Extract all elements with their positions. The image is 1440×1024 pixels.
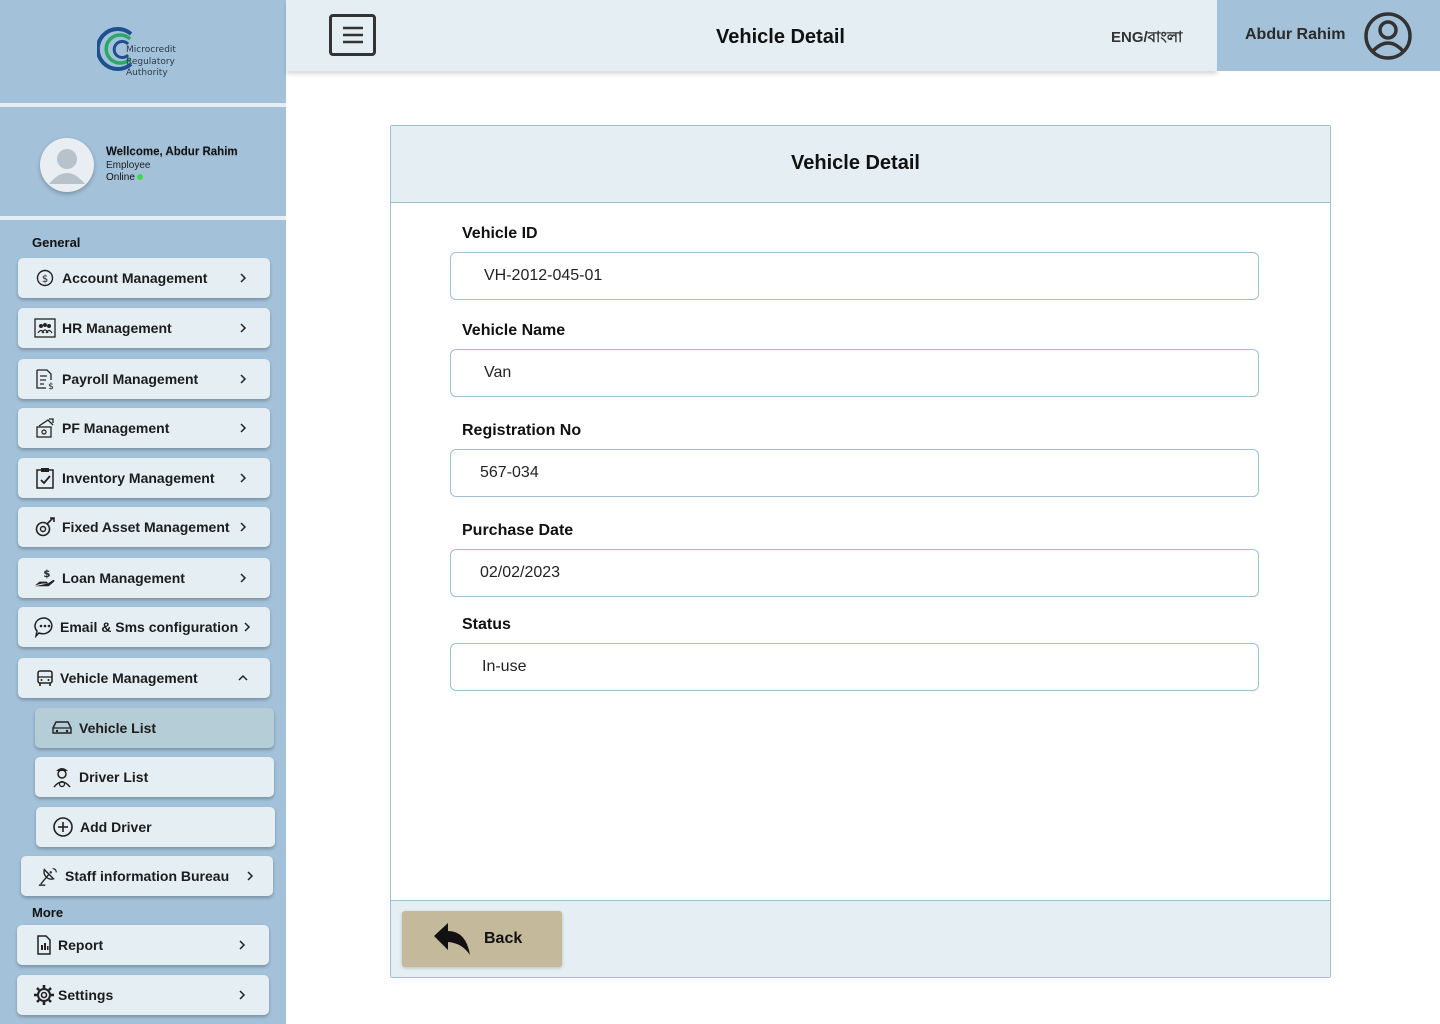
sidebar-item-account-management[interactable]: $ Account Management [18, 258, 270, 298]
svg-text:$: $ [48, 382, 54, 390]
user-menu[interactable]: Abdur Rahim [1217, 0, 1440, 71]
sidebar-item-label: Driver List [79, 769, 149, 785]
chevron-right-icon [236, 372, 250, 386]
chevron-right-icon [236, 421, 250, 435]
online-status: Online [106, 172, 143, 183]
vehicle-detail-card: Vehicle Detail Vehicle ID VH-2012-045-01… [390, 125, 1331, 978]
sidebar-item-driver-list[interactable]: Driver List [35, 757, 274, 797]
online-dot [136, 174, 143, 181]
satellite-icon [37, 865, 59, 887]
sidebar-item-add-driver[interactable]: Add Driver [36, 807, 275, 847]
reply-arrow-icon [434, 923, 470, 955]
svg-text:$: $ [43, 569, 50, 580]
sidebar-item-pf-management[interactable]: PF Management [18, 408, 270, 448]
user-profile-card: Wellcome, Abdur Rahim Employee Online [0, 111, 286, 220]
vehicle-id-label: Vehicle ID [462, 225, 538, 242]
page-title: Vehicle Detail [716, 26, 845, 48]
sidebar-item-label: Email & Sms configuration [60, 619, 239, 635]
purchase-date-label: Purchase Date [462, 522, 574, 539]
section-label-more: More [32, 905, 64, 920]
logo: Microcredit Regulatory Authority [97, 24, 187, 84]
logo-area: Microcredit Regulatory Authority [0, 0, 286, 107]
sidebar-item-label: Settings [58, 987, 114, 1003]
plus-circle-icon [52, 816, 74, 838]
chevron-right-icon [236, 520, 250, 534]
vehicle-name-label: Vehicle Name [462, 322, 566, 339]
sidebar-item-vehicle-management[interactable]: Vehicle Management [18, 658, 270, 698]
sidebar-item-label: Staff information Bureau [65, 868, 230, 884]
sidebar-item-inventory-management[interactable]: Inventory Management [18, 458, 270, 498]
card-footer: Back [391, 900, 1330, 977]
sidebar-item-loan-management[interactable]: $ Loan Management [18, 558, 270, 598]
sidebar-item-label: Vehicle Management [60, 670, 198, 686]
sidebar-item-label: Loan Management [62, 570, 185, 586]
sidebar-item-label: Add Driver [80, 819, 152, 835]
gear-icon [33, 984, 55, 1006]
top-bar: Vehicle Detail ENG/বাংলা [286, 0, 1217, 71]
back-button-label: Back [484, 930, 523, 947]
car-icon [51, 717, 73, 739]
fund-icon [34, 417, 56, 439]
sidebar-item-email-sms-configuration[interactable]: Email & Sms configuration [18, 607, 270, 647]
chat-bubble-icon [34, 616, 56, 638]
avatar [40, 138, 94, 192]
bus-icon [34, 667, 56, 689]
sidebar-item-vehicle-list[interactable]: Vehicle List [35, 708, 274, 748]
user-name: Abdur Rahim [1245, 26, 1346, 43]
hamburger-menu-button[interactable] [329, 14, 376, 56]
driver-icon [51, 766, 73, 788]
chevron-up-icon [236, 671, 250, 685]
section-label-general: General [32, 235, 81, 250]
vehicle-id-field[interactable]: VH-2012-045-01 [450, 252, 1259, 300]
status-text: Online [106, 172, 135, 183]
chevron-right-icon [236, 471, 250, 485]
hand-money-icon: $ [34, 567, 56, 589]
sidebar-item-hr-management[interactable]: HR Management [18, 308, 270, 348]
user-avatar-icon[interactable] [1363, 11, 1413, 61]
registration-no-field[interactable]: 567-034 [450, 449, 1259, 497]
sidebar-item-settings[interactable]: Settings [17, 975, 269, 1015]
sidebar-item-label: HR Management [62, 320, 172, 336]
asset-icon [34, 516, 56, 538]
dollar-circle-icon: $ [34, 267, 56, 289]
card-header: Vehicle Detail [391, 126, 1330, 203]
language-toggle[interactable]: ENG/বাংলা [1111, 26, 1182, 51]
user-role: Employee [106, 160, 151, 171]
sidebar-item-label: Inventory Management [62, 470, 215, 486]
back-button[interactable]: Back [402, 911, 562, 967]
status-field[interactable]: In-use [450, 643, 1259, 691]
chevron-right-icon [235, 988, 249, 1002]
sidebar-item-payroll-management[interactable]: $ Payroll Management [18, 359, 270, 399]
chevron-right-icon [236, 321, 250, 335]
status-label: Status [462, 616, 511, 633]
hamburger-icon [342, 26, 363, 44]
welcome-text: Wellcome, Abdur Rahim [106, 146, 238, 158]
sidebar-item-staff-information-bureau[interactable]: Staff information Bureau [21, 856, 273, 896]
clipboard-check-icon [34, 467, 56, 489]
sidebar: Microcredit Regulatory Authority Wellcom… [0, 0, 286, 1024]
purchase-date-field[interactable]: 02/02/2023 [450, 549, 1259, 597]
chevron-right-icon [240, 620, 254, 634]
registration-no-label: Registration No [462, 422, 582, 439]
chevron-right-icon [235, 938, 249, 952]
sidebar-item-label: Account Management [62, 270, 208, 286]
payroll-doc-icon: $ [34, 368, 56, 390]
logo-text: Microcredit Regulatory Authority [126, 45, 176, 78]
svg-text:$: $ [42, 274, 48, 285]
sidebar-item-label: Report [58, 937, 104, 953]
chevron-right-icon [236, 571, 250, 585]
sidebar-item-label: Fixed Asset Management [62, 519, 230, 535]
chevron-right-icon [236, 271, 250, 285]
vehicle-name-field[interactable]: Van [450, 349, 1259, 397]
card-title: Vehicle Detail [791, 152, 920, 174]
sidebar-item-label: PF Management [62, 420, 170, 436]
sidebar-item-report[interactable]: Report [17, 925, 269, 965]
people-icon [34, 317, 56, 339]
user-silhouette-icon [49, 149, 85, 184]
sidebar-item-label: Payroll Management [62, 371, 199, 387]
sidebar-item-fixed-asset-management[interactable]: Fixed Asset Management [18, 507, 270, 547]
report-icon [33, 934, 55, 956]
chevron-right-icon [243, 869, 257, 883]
sidebar-item-label: Vehicle List [79, 720, 157, 736]
